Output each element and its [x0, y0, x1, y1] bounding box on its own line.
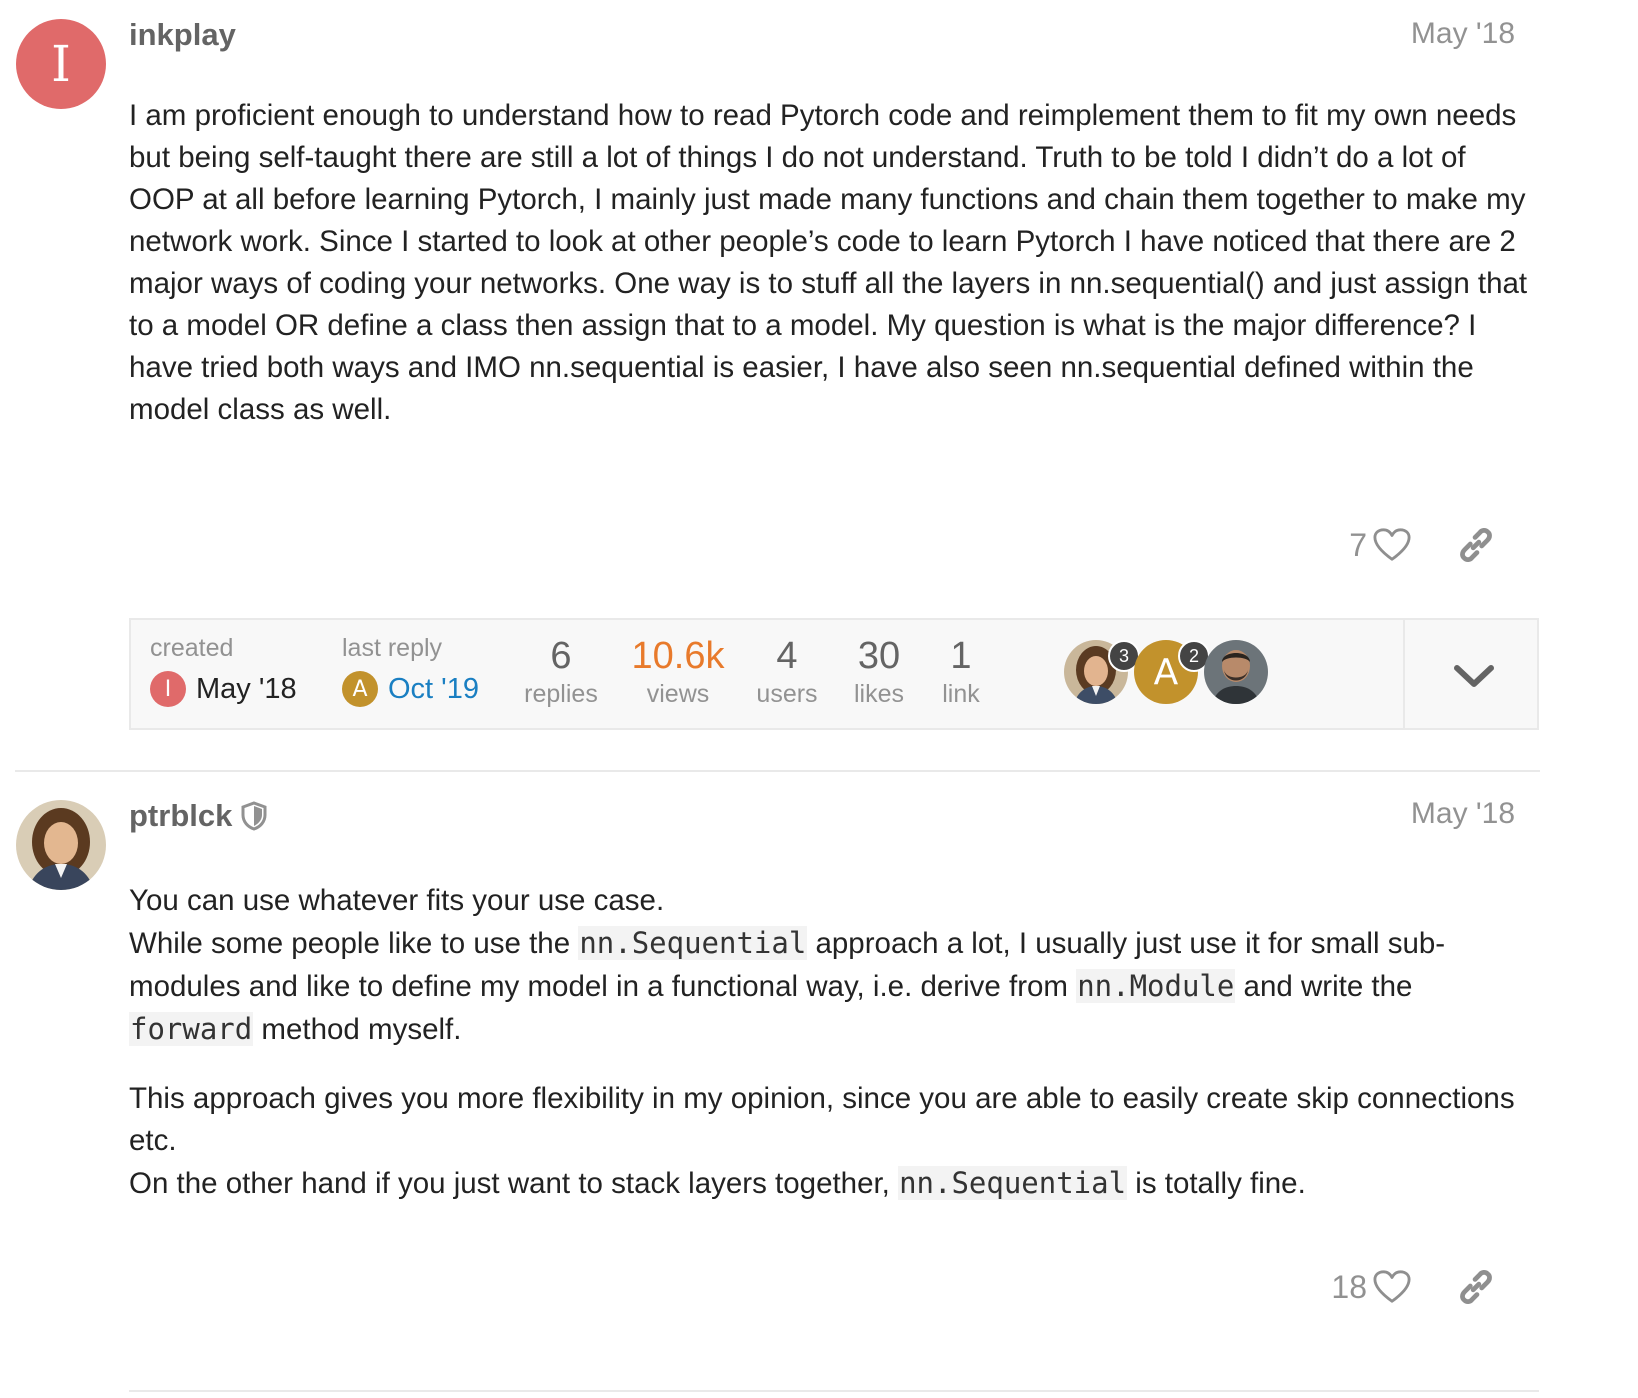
stat-likes: 30 likes [844, 634, 914, 709]
avatar[interactable]: I [16, 19, 106, 109]
text-line: You can use whatever fits your use case. [129, 884, 665, 917]
avatar-letter: A [1153, 651, 1179, 693]
stat-links: 1 link [931, 634, 991, 709]
inline-code: nn.Sequential [898, 1166, 1128, 1200]
share-link-button[interactable] [1457, 526, 1495, 564]
inline-code: nn.Module [1076, 969, 1236, 1003]
post-ptrblck: ptrblck May '18 You can use whatever fit… [0, 780, 1560, 1390]
stat-label: views [646, 680, 710, 708]
text-span: This approach gives you more flexibility… [129, 1082, 1515, 1157]
username[interactable]: ptrblck [129, 798, 268, 834]
chevron-down-icon[interactable] [1451, 656, 1497, 696]
post-separator [15, 770, 1540, 772]
avatar: A [342, 671, 378, 707]
like-button[interactable] [1373, 527, 1457, 563]
post-separator [129, 1390, 1539, 1392]
topic-map: created I May '18 last reply A Oct '19 6… [129, 618, 1539, 730]
heart-icon [1373, 528, 1411, 561]
created-label: created [150, 634, 234, 662]
stat-number: 6 [550, 635, 572, 677]
stat-number: 10.6k [631, 635, 725, 677]
text-span: On the other hand if you just want to st… [129, 1167, 899, 1200]
link-icon [1460, 528, 1492, 562]
stat-number: 4 [776, 635, 798, 677]
text-span: method myself. [253, 1013, 462, 1046]
post-body: You can use whatever fits your use case.… [129, 880, 1529, 1205]
text-span: is totally fine. [1127, 1167, 1306, 1200]
like-button[interactable] [1373, 1269, 1457, 1305]
last-reply-block[interactable]: last reply A Oct '19 [342, 634, 479, 707]
avatar: I [150, 671, 186, 707]
stat-number: 30 [857, 635, 901, 677]
post-paragraph: I am proficient enough to understand how… [129, 99, 1528, 426]
person-photo-icon [1204, 640, 1268, 704]
stat-label: users [756, 680, 818, 708]
last-reply-label: last reply [342, 634, 443, 662]
inline-code: forward [129, 1012, 254, 1046]
avatar[interactable] [16, 800, 106, 890]
post-paragraph: This approach gives you more flexibility… [129, 1078, 1529, 1205]
avatar-letter: I [164, 676, 172, 702]
stat-label: likes [853, 680, 904, 708]
created-block[interactable]: created I May '18 [150, 634, 297, 707]
post-date[interactable]: May '18 [1411, 797, 1515, 831]
username-text: ptrblck [129, 798, 233, 833]
username[interactable]: inkplay [129, 17, 236, 53]
stat-label: replies [524, 680, 598, 708]
post-actions: 18 [1331, 1268, 1495, 1306]
post-date[interactable]: May '18 [1411, 17, 1515, 51]
inline-code: nn.Sequential [578, 926, 808, 960]
like-count: 7 [1349, 526, 1367, 563]
post-actions: 7 [1349, 526, 1495, 564]
stat-label: link [942, 680, 980, 708]
divider [1403, 620, 1405, 728]
link-icon [1460, 1270, 1492, 1304]
participant-avatar[interactable] [1204, 640, 1268, 704]
share-link-button[interactable] [1457, 1268, 1495, 1306]
avatar-letter: I [51, 35, 71, 93]
text-span: While some people like to use the [129, 927, 579, 960]
stat-views: 10.6k views [618, 634, 738, 709]
post-body: I am proficient enough to understand how… [129, 95, 1529, 431]
person-photo-icon [16, 800, 106, 890]
stat-replies: 6 replies [521, 634, 601, 709]
stat-number: 1 [950, 635, 972, 677]
like-count: 18 [1331, 1268, 1367, 1305]
post-paragraph: You can use whatever fits your use case.… [129, 880, 1529, 1051]
last-reply-date: Oct '19 [388, 672, 479, 705]
shield-icon [241, 801, 267, 831]
heart-icon [1373, 1270, 1411, 1303]
created-date: May '18 [196, 672, 297, 705]
stat-users: 4 users [752, 634, 822, 709]
text-span: and write the [1235, 970, 1413, 1003]
avatar-letter: A [352, 676, 368, 702]
